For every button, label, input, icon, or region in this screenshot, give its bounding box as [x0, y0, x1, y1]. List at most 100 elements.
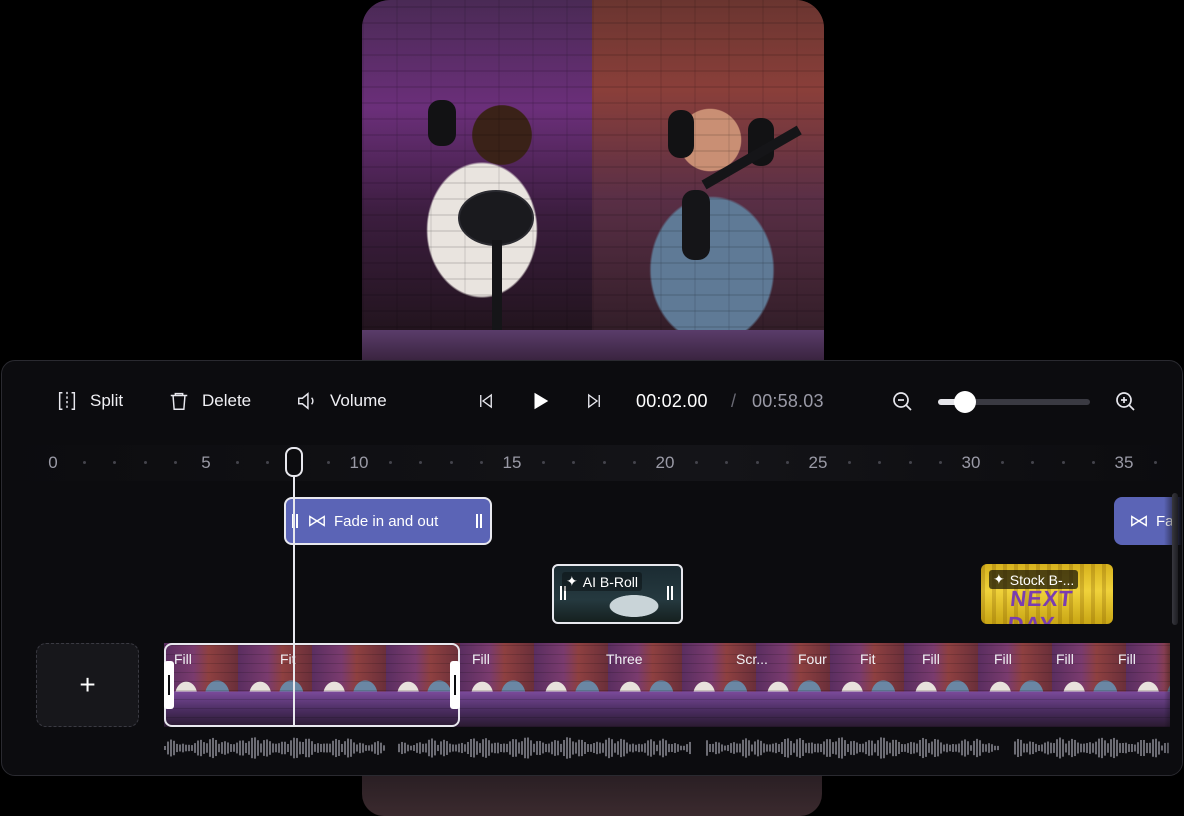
ruler-tick: [82, 461, 86, 464]
preview-scene-right: [592, 0, 824, 360]
headphones-left: [428, 100, 456, 146]
ruler-tick: [1092, 461, 1096, 464]
ruler-tick: [633, 461, 637, 464]
ruler-tick: [266, 461, 270, 464]
video-preview-bottom: [362, 776, 822, 816]
clip-fit-label: Scr...: [736, 651, 768, 667]
stock-broll-clip[interactable]: NEXT DAY ✦ Stock B-...: [981, 564, 1113, 624]
ai-broll-clip[interactable]: ✦ AI B-Roll: [552, 564, 683, 624]
stock-thumbnail-text: NEXT DAY: [1006, 586, 1075, 624]
ruler-tick: [449, 461, 453, 464]
split-button[interactable]: Split: [56, 387, 123, 415]
play-icon: [534, 392, 549, 410]
clip-fit-label: Three: [606, 651, 643, 667]
ruler-tick: [143, 461, 147, 464]
volume-button[interactable]: Volume: [296, 387, 387, 415]
delete-label: Delete: [202, 391, 252, 410]
ruler-tick: [694, 461, 698, 464]
ruler-tick-label: 0: [48, 453, 58, 472]
clip-fit-label: Fit: [860, 651, 876, 667]
clip-trim-handle-right[interactable]: [450, 661, 460, 709]
ruler-tick: [541, 461, 545, 464]
ruler-tick: [1031, 461, 1035, 464]
video-preview[interactable]: [362, 0, 824, 360]
volume-label: Volume: [330, 391, 387, 410]
play-button[interactable]: [528, 389, 552, 413]
clip-trim-handle-right[interactable]: [667, 586, 675, 600]
delete-button[interactable]: Delete: [168, 387, 251, 415]
audio-waveform: [164, 737, 1169, 759]
broll-label: AI B-Roll: [582, 573, 638, 590]
headphones-right: [668, 110, 694, 158]
skip-back-button[interactable]: [474, 389, 498, 413]
sparkle-icon: ✦: [993, 571, 1005, 587]
ruler-tick: [1153, 461, 1157, 464]
ruler-tick: [847, 461, 851, 464]
ruler-tick: [939, 461, 943, 464]
ruler-tick-label: 25: [808, 453, 828, 472]
ruler-tick: [755, 461, 759, 464]
skip-back-icon: [480, 393, 492, 409]
split-label: Split: [90, 391, 124, 410]
clip-trim-handle-left[interactable]: [164, 661, 174, 709]
ruler-tick-label: 20: [655, 453, 675, 472]
timeline-ruler[interactable]: 0 5 10 15 20 25 30 35: [2, 445, 1182, 481]
zoom-slider-handle[interactable]: [954, 391, 977, 413]
ruler-tick: [480, 461, 484, 464]
video-frame-thumbnail: [978, 643, 1052, 727]
playhead-handle[interactable]: [285, 447, 303, 477]
plus-icon: +: [79, 669, 96, 700]
ruler-tick-label: 35: [1114, 453, 1134, 472]
ruler-tick: [1061, 461, 1065, 464]
microphone-right: [682, 190, 710, 260]
transition-icon: [309, 515, 325, 527]
total-time: 00:58.03: [752, 391, 824, 411]
clip-fit-label: Fill: [922, 651, 940, 667]
zoom-slider[interactable]: [938, 391, 1090, 413]
ruler-tick: [786, 461, 790, 464]
clip-fit-label: Fill: [1056, 651, 1074, 667]
playhead-line: [293, 475, 295, 725]
ruler-tick-label: 10: [349, 453, 369, 472]
skip-forward-icon: [588, 393, 600, 409]
ruler-tick: [235, 461, 239, 464]
ruler-tick: [602, 461, 606, 464]
zoom-out-icon[interactable]: [890, 389, 914, 413]
clip-fit-label: Four: [798, 651, 827, 667]
transition-label: Fade in and out: [334, 512, 439, 530]
preview-scene-left: [362, 0, 592, 360]
add-media-button[interactable]: +: [36, 643, 139, 727]
timeline-editor-panel: Split Delete Volume 00:02.00 / 00:58.03 …: [1, 360, 1183, 776]
transition-clip-fade[interactable]: Fade in and out: [284, 497, 492, 545]
ruler-tick: [908, 461, 912, 464]
split-icon: [58, 391, 76, 411]
ruler-tick: [878, 461, 882, 464]
ruler-tick: [1000, 461, 1004, 464]
skip-forward-button[interactable]: [582, 389, 606, 413]
sparkle-icon: ✦: [566, 573, 578, 589]
clip-fit-label: Fill: [472, 651, 490, 667]
ruler-tick-label: 30: [961, 453, 981, 472]
clip-trim-handle-right[interactable]: [476, 514, 484, 528]
microphone-left: [458, 190, 534, 246]
trash-icon: [170, 392, 188, 410]
transition-icon: [1131, 515, 1147, 527]
video-frame-thumbnail: [534, 643, 608, 727]
ruler-tick: [572, 461, 576, 464]
current-time: 00:02.00: [636, 391, 708, 411]
speaker-icon: [298, 392, 314, 410]
ruler-tick: [113, 461, 117, 464]
ruler-tick: [174, 461, 178, 464]
broll-label: Stock B-...: [1009, 571, 1075, 588]
clip-fit-label: Fill: [994, 651, 1012, 667]
timeline-toolbar: Split Delete Volume 00:02.00 / 00:58.03: [2, 361, 1182, 441]
ruler-tick: [725, 461, 729, 464]
video-frame-thumbnail: [904, 643, 978, 727]
zoom-in-icon[interactable]: [1113, 389, 1137, 413]
ruler-tick: [327, 461, 331, 464]
selected-clip-outline[interactable]: [164, 643, 460, 727]
ruler-tick: [419, 461, 423, 464]
clip-fit-label: Fill: [1118, 651, 1136, 667]
ruler-tick-label: 15: [502, 453, 522, 472]
ruler-tick: [388, 461, 392, 464]
